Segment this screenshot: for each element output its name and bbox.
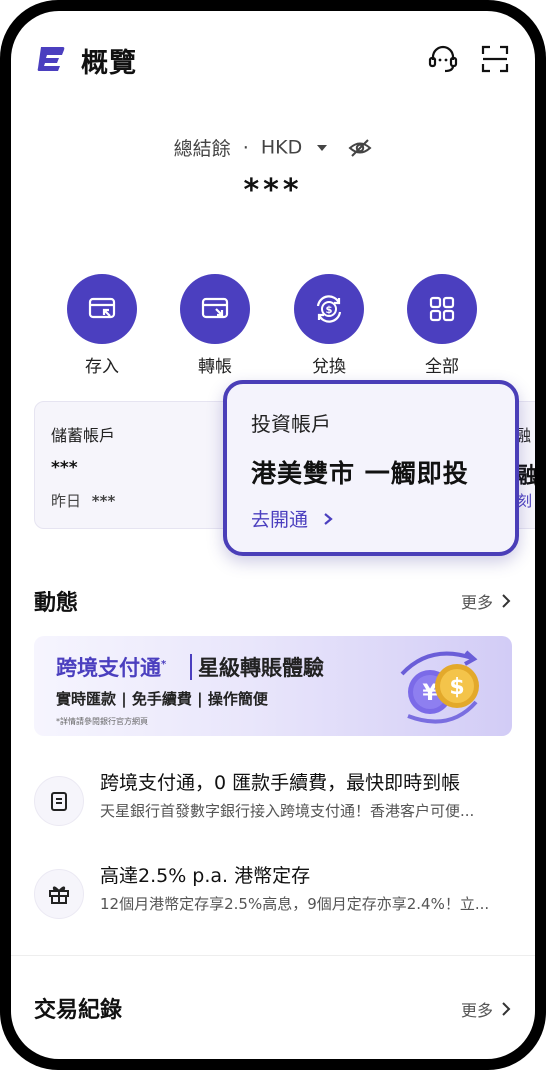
document-icon: [51, 792, 67, 811]
svg-text:$: $: [326, 305, 333, 316]
yesterday-value: ***: [91, 492, 116, 510]
page-title: 概覽: [81, 48, 137, 79]
transfer-label: 轉帳: [198, 357, 232, 377]
headset-icon[interactable]: [427, 43, 459, 75]
gift-icon: [49, 886, 69, 904]
news-subtitle: 天星銀行首發數字銀行接入跨境支付通！香港客户可便...: [100, 802, 475, 820]
popup-headline: 港美雙市 一觸即投: [251, 459, 469, 488]
banner-title-left-text: 跨境支付通: [56, 656, 161, 680]
exchange-action[interactable]: $ 兌換: [284, 274, 374, 377]
popup-title: 投資帳戶: [251, 412, 331, 436]
balance-label: 總結餘 · HKD: [11, 134, 535, 161]
grid-icon: [429, 296, 455, 322]
activity-more-label: 更多: [460, 593, 493, 612]
app-screen: 概覽 總結餘 · HKD *** 存入 轉帳 $ 兌換 全部 儲蓄帳戶 *** …: [11, 11, 535, 1059]
section-divider: [11, 955, 535, 956]
news-item[interactable]: 跨境支付通，0 匯款手續費，最快即時到帳 天星銀行首發數字銀行接入跨境支付通！香…: [34, 768, 514, 832]
banner-separator: [190, 654, 192, 680]
transactions-more-label: 更多: [460, 1001, 493, 1020]
activity-more-link[interactable]: 更多: [461, 589, 511, 613]
balance-label-text: 總結餘: [173, 138, 231, 160]
news-title: 跨境支付通，0 匯款手續費，最快即時到帳: [100, 772, 461, 794]
currency-coins-icon: ¥ $: [400, 650, 479, 724]
activity-section-title: 動態: [34, 591, 79, 616]
balance-separator: ·: [242, 136, 249, 159]
deposit-label: 存入: [85, 357, 119, 377]
svg-text:$: $: [449, 675, 464, 700]
open-account-label: 去開通: [251, 509, 309, 531]
chevron-right-icon: [324, 513, 333, 525]
phone-frame: 概覽 總結餘 · HKD *** 存入 轉帳 $ 兌換 全部 儲蓄帳戶 *** …: [0, 0, 546, 1070]
transfer-icon: [201, 297, 229, 319]
transfer-action[interactable]: 轉帳: [170, 274, 260, 377]
all-button[interactable]: [407, 274, 477, 344]
savings-card-value: ***: [51, 458, 78, 478]
chevron-right-icon: [502, 1002, 511, 1016]
header: 概覽: [11, 11, 535, 101]
exchange-icon: $: [316, 295, 342, 323]
transactions-section-title: 交易紀錄: [34, 998, 123, 1023]
news-title: 高達2.5% p.a. 港幣定存: [100, 865, 311, 887]
yesterday-label: 昨日: [51, 492, 82, 510]
news-icon-wrap: [34, 869, 84, 919]
open-account-link[interactable]: 去開通: [251, 505, 334, 532]
logo-icon: [37, 47, 65, 71]
banner-title-left: 跨境支付通*: [56, 652, 166, 682]
deposit-action[interactable]: 存入: [57, 274, 147, 377]
eye-hidden-icon[interactable]: [348, 138, 372, 158]
banner-footnote: *詳情請參閱銀行官方網頁: [56, 717, 148, 726]
transfer-button[interactable]: [180, 274, 250, 344]
all-label: 全部: [425, 357, 459, 377]
scan-icon[interactable]: [479, 43, 511, 75]
news-icon-wrap: [34, 776, 84, 826]
news-subtitle: 12個月港幣定存享2.5%高息，9個月定存亦享2.4%！立...: [100, 895, 490, 913]
all-action[interactable]: 全部: [397, 274, 487, 377]
savings-card-title: 儲蓄帳戶: [51, 426, 116, 445]
balance-value: ***: [243, 173, 303, 208]
chevron-right-icon: [502, 594, 511, 608]
transactions-more-link[interactable]: 更多: [461, 997, 511, 1021]
deposit-icon: [88, 297, 116, 319]
banner-title-mark: *: [161, 659, 167, 670]
exchange-label: 兌換: [312, 357, 346, 377]
cross-border-pay-banner[interactable]: 跨境支付通* 星級轉賬體驗 實時匯款 | 免手續費 | 操作簡便 *詳情請參閱銀…: [34, 636, 512, 736]
investment-account-popup[interactable]: 投資帳戶 港美雙市 一觸即投 去開通: [223, 380, 519, 556]
currency-selector[interactable]: HKD: [261, 137, 302, 159]
savings-card-sub: 昨日 ***: [51, 490, 115, 511]
banner-title-right: 星級轉賬體驗: [198, 656, 324, 680]
financing-card-link: 刻: [517, 492, 533, 510]
banner-features: 實時匯款 | 免手續費 | 操作簡便: [56, 690, 268, 708]
exchange-button[interactable]: $: [294, 274, 364, 344]
deposit-button[interactable]: [67, 274, 137, 344]
news-item[interactable]: 高達2.5% p.a. 港幣定存 12個月港幣定存享2.5%高息，9個月定存亦享…: [34, 861, 514, 925]
caret-down-icon[interactable]: [316, 143, 328, 153]
